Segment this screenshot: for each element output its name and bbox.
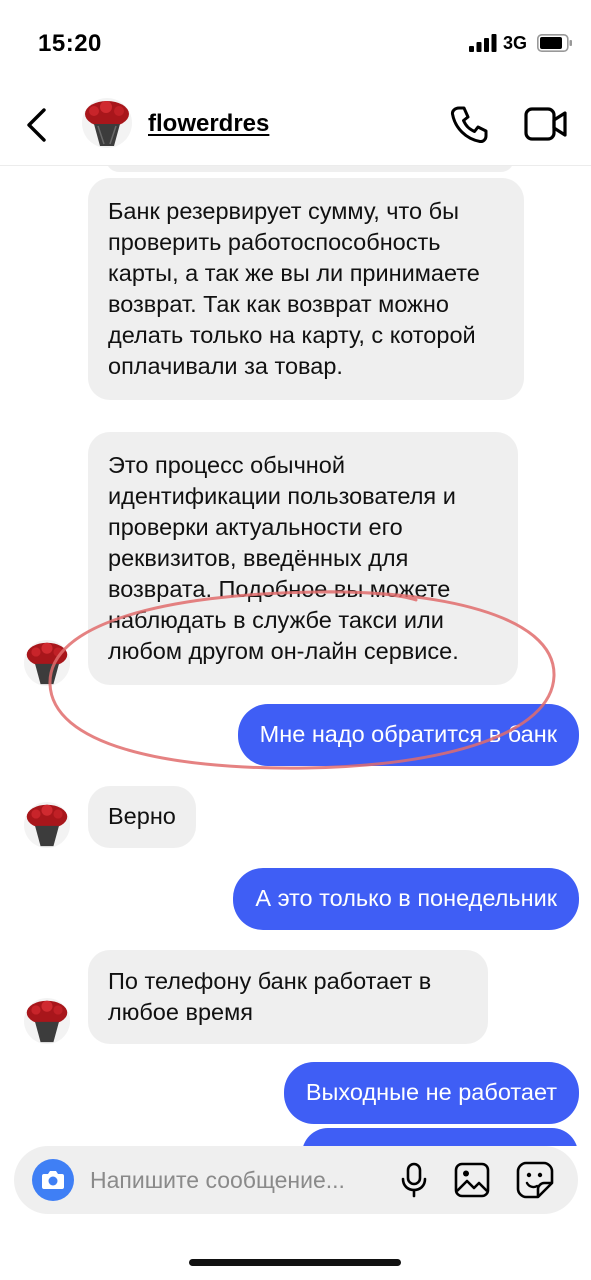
message-composer xyxy=(14,1146,578,1214)
network-label: 3G xyxy=(503,33,528,53)
message-bubble: А это только в понедельник xyxy=(233,868,579,930)
message-input[interactable] xyxy=(90,1164,386,1196)
gallery-icon[interactable] xyxy=(454,1162,490,1198)
avatar[interactable] xyxy=(24,640,70,686)
avatar[interactable] xyxy=(82,98,132,148)
signal-icon xyxy=(469,34,497,52)
chat-header: flowerdres xyxy=(0,88,591,166)
status-bar: 15:20 3G xyxy=(0,0,591,88)
message-bubble: Верно xyxy=(88,786,196,848)
message-thread[interactable]: Банк резервирует сумму, что бы проверить… xyxy=(0,166,591,1146)
microphone-icon[interactable] xyxy=(398,1162,430,1198)
video-call-icon[interactable] xyxy=(524,106,568,142)
avatar[interactable] xyxy=(24,998,70,1044)
camera-icon[interactable] xyxy=(32,1159,74,1201)
call-icon[interactable] xyxy=(448,104,490,146)
previous-bubble-edge xyxy=(106,166,514,172)
message-bubble: Это процесс обычной идентификации пользо… xyxy=(88,432,518,685)
back-icon[interactable] xyxy=(22,106,52,144)
message-bubble: Выходные не работает xyxy=(283,1062,579,1124)
status-time: 15:20 xyxy=(38,30,102,57)
avatar[interactable] xyxy=(24,802,70,848)
sticker-icon[interactable] xyxy=(516,1161,554,1199)
contact-username[interactable]: flowerdres xyxy=(148,110,269,138)
next-bubble-edge xyxy=(302,1128,578,1146)
message-bubble: По телефону банк работает в любое время xyxy=(88,950,488,1044)
battery-icon xyxy=(537,34,572,52)
home-indicator[interactable] xyxy=(189,1259,401,1266)
message-bubble: Мне надо обратится в банк xyxy=(237,704,579,766)
message-bubble: Банк резервирует сумму, что бы проверить… xyxy=(88,178,524,400)
